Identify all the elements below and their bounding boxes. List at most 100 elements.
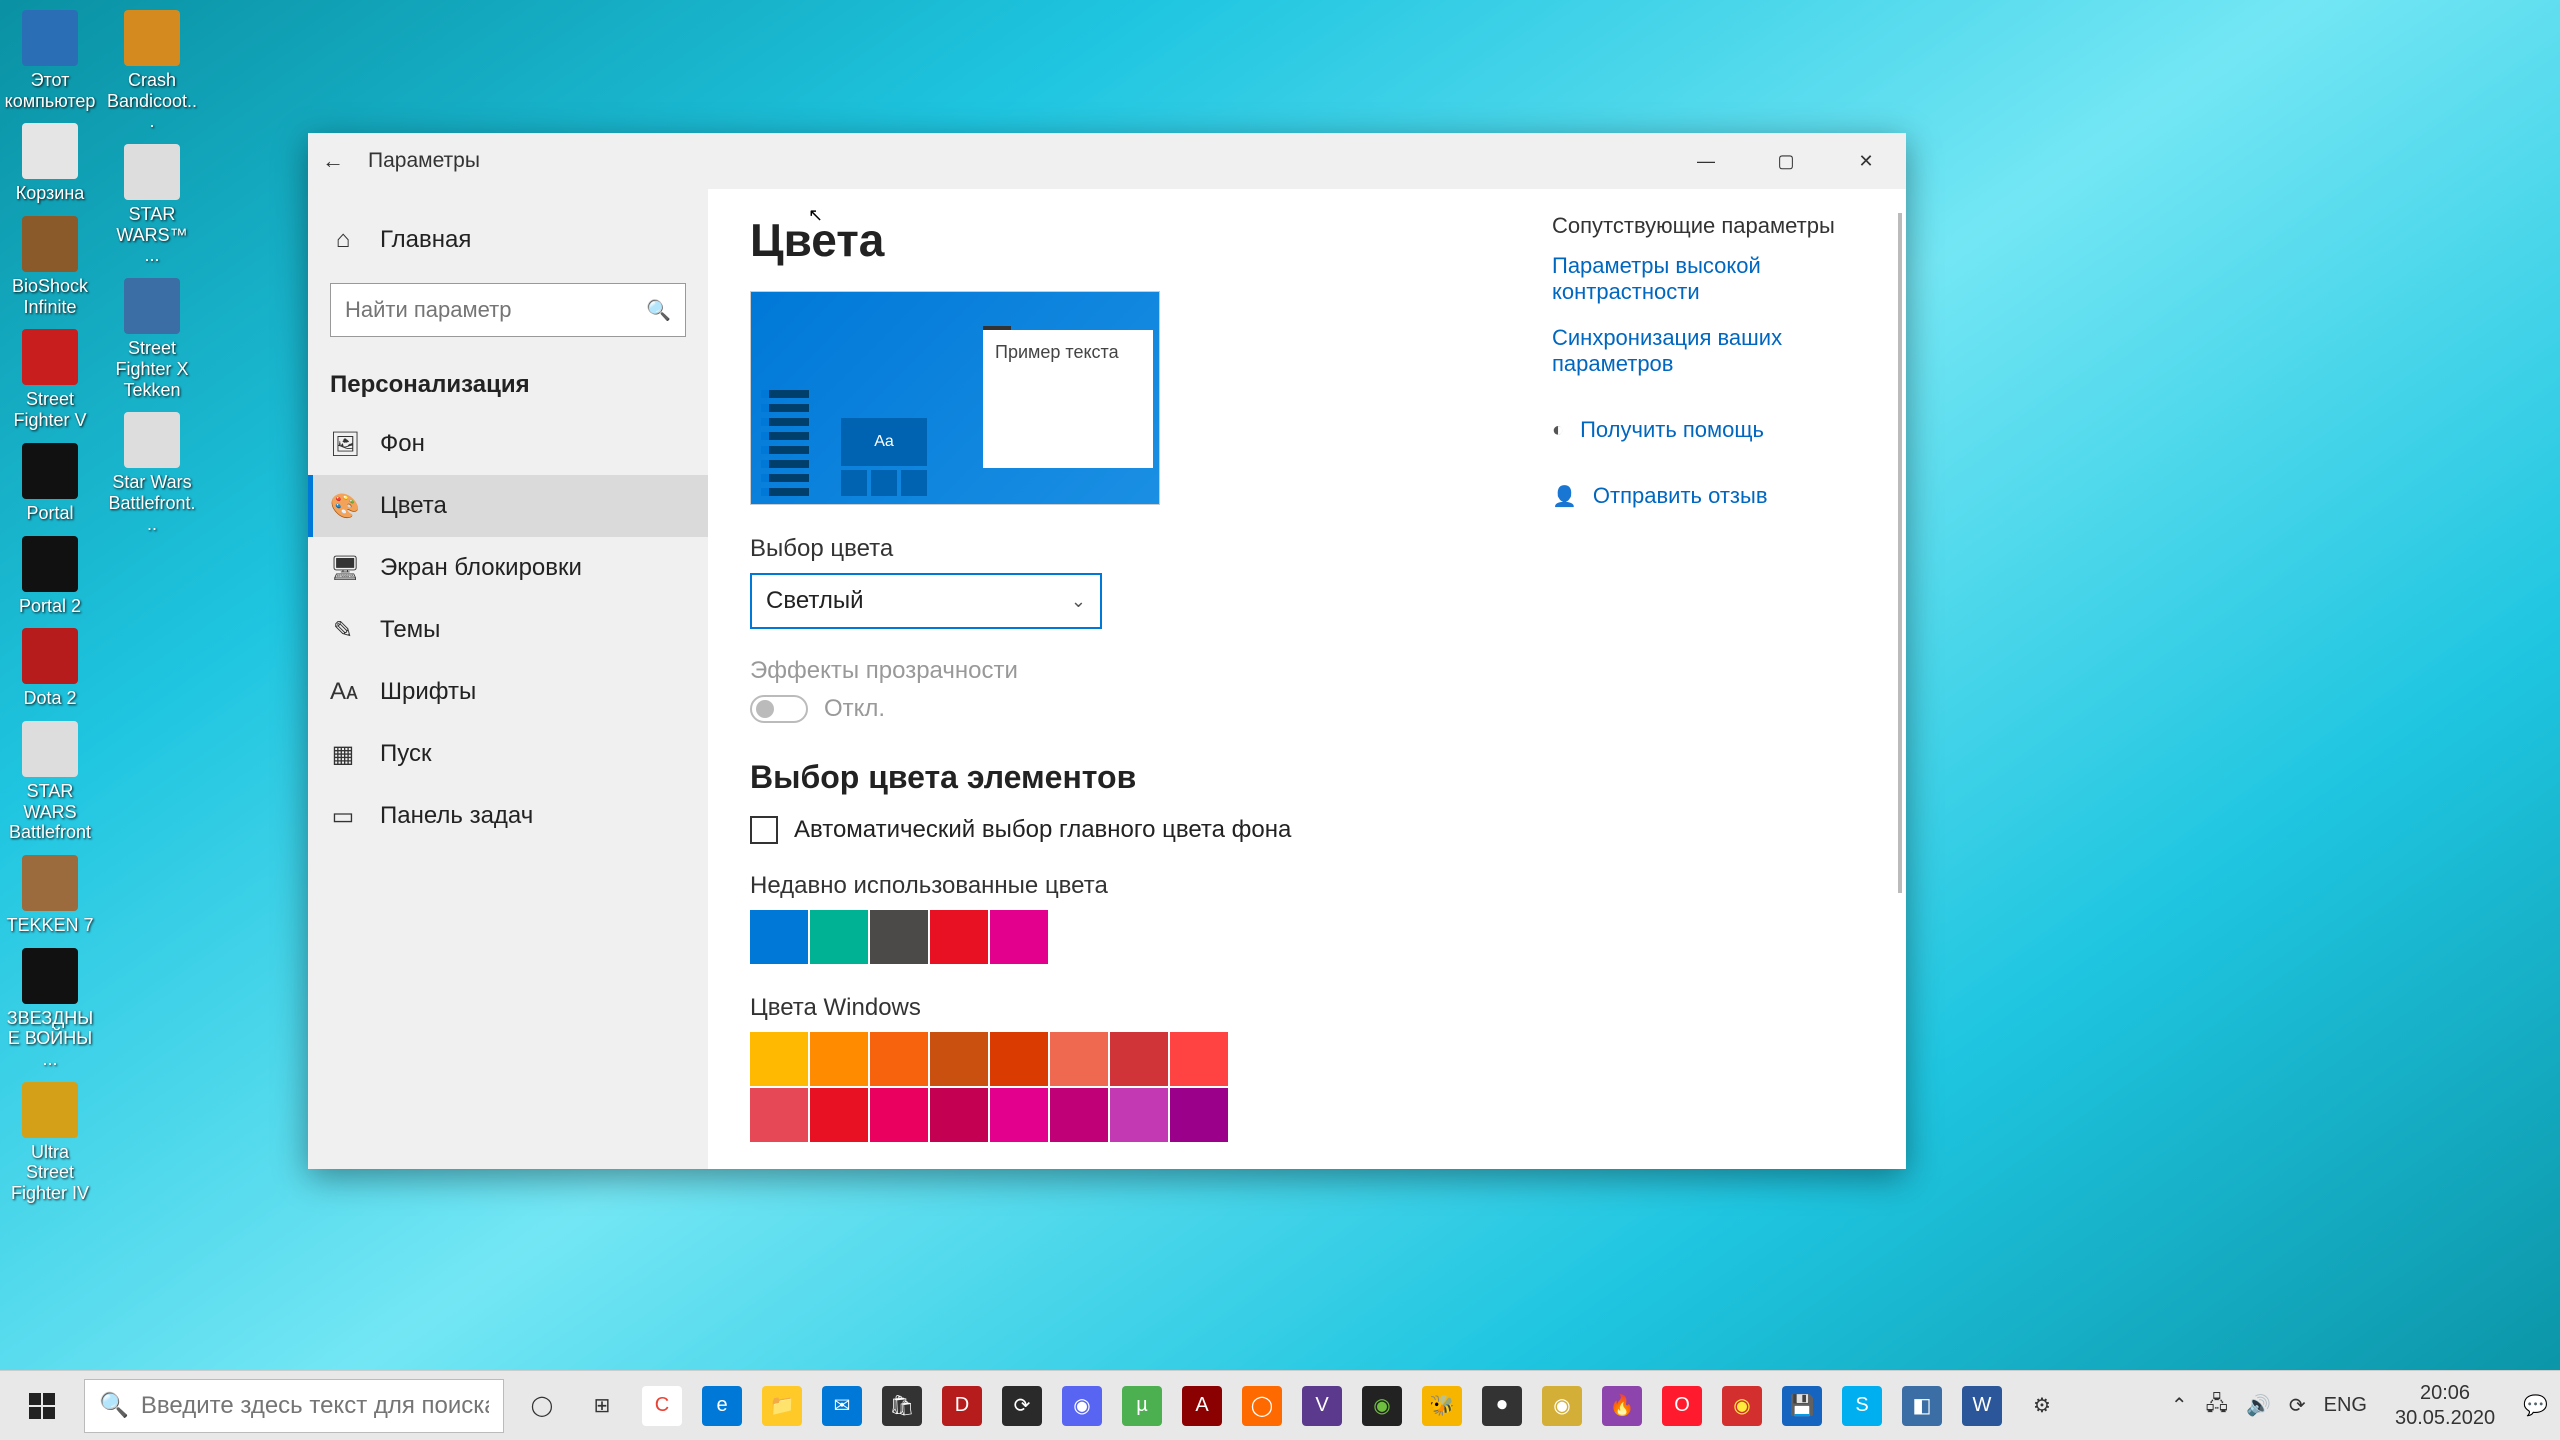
tray-clock[interactable]: 20:06 30.05.2020 — [2385, 1381, 2505, 1431]
taskbar-app[interactable]: O — [1652, 1371, 1712, 1440]
sidebar-home-label: Главная — [380, 226, 471, 254]
taskbar-app[interactable]: e — [692, 1371, 752, 1440]
desktop-icon[interactable]: Portal 2 — [5, 536, 95, 617]
taskbar-search-input[interactable] — [141, 1392, 489, 1420]
taskbar-search[interactable]: 🔍 — [84, 1379, 504, 1433]
desktop-icon[interactable]: Portal — [5, 443, 95, 524]
start-button[interactable] — [0, 1371, 84, 1440]
search-input[interactable] — [345, 297, 646, 323]
desktop-icon[interactable]: Ultra Street Fighter IV — [5, 1082, 95, 1204]
color-swatch[interactable] — [1110, 1088, 1168, 1142]
taskbar-app[interactable]: ◉ — [1712, 1371, 1772, 1440]
maximize-button[interactable]: ▢ — [1746, 133, 1826, 189]
color-swatch[interactable] — [1170, 1088, 1228, 1142]
sidebar-item[interactable]: 🖥Экран блокировки — [308, 537, 708, 599]
taskbar-app[interactable]: ◧ — [1892, 1371, 1952, 1440]
desktop-icon[interactable]: STAR WARS™ ... — [107, 144, 197, 266]
taskbar-app[interactable]: C — [632, 1371, 692, 1440]
taskbar-app[interactable]: ⟳ — [992, 1371, 1052, 1440]
desktop: Этот компьютерКорзинаBioShock InfiniteSt… — [0, 0, 2560, 1440]
color-swatch[interactable] — [1110, 1032, 1168, 1086]
taskbar-app[interactable]: ⚙ — [2012, 1371, 2072, 1440]
windows-colors-label: Цвета Windows — [750, 994, 1864, 1022]
auto-color-checkbox-row[interactable]: Автоматический выбор главного цвета фона — [750, 816, 1864, 844]
desktop-icon[interactable]: Street Fighter V — [5, 329, 95, 430]
taskbar-app[interactable]: 🛍 — [872, 1371, 932, 1440]
taskbar-app[interactable]: D — [932, 1371, 992, 1440]
taskbar-app[interactable]: µ — [1112, 1371, 1172, 1440]
link-get-help[interactable]: Получить помощь — [1580, 417, 1764, 443]
color-swatch[interactable] — [750, 1088, 808, 1142]
taskbar-app[interactable]: W — [1952, 1371, 2012, 1440]
taskbar-app[interactable]: V — [1292, 1371, 1352, 1440]
taskbar-app[interactable]: ◉ — [1352, 1371, 1412, 1440]
taskbar-app[interactable]: 🐝 — [1412, 1371, 1472, 1440]
desktop-icon[interactable]: STAR WARS Battlefront — [5, 721, 95, 843]
sidebar-item[interactable]: ▭Панель задач — [308, 785, 708, 847]
taskbar-app[interactable]: ◯ — [512, 1371, 572, 1440]
close-button[interactable]: ✕ — [1826, 133, 1906, 189]
taskbar-app[interactable]: ◯ — [1232, 1371, 1292, 1440]
color-swatch[interactable] — [810, 1088, 868, 1142]
sidebar-item[interactable]: ✎Темы — [308, 599, 708, 661]
tray-network-icon[interactable]: 🖧 — [2206, 1389, 2228, 1423]
color-swatch[interactable] — [1050, 1088, 1108, 1142]
sidebar-search[interactable]: 🔍 — [330, 283, 686, 337]
color-swatch[interactable] — [870, 910, 928, 964]
taskbar-app[interactable]: 📁 — [752, 1371, 812, 1440]
color-swatch[interactable] — [1170, 1032, 1228, 1086]
color-swatch[interactable] — [930, 910, 988, 964]
sidebar-home[interactable]: ⌂ Главная — [308, 209, 708, 271]
color-swatch[interactable] — [990, 910, 1048, 964]
taskbar-app[interactable]: S — [1832, 1371, 1892, 1440]
color-swatch[interactable] — [990, 1088, 1048, 1142]
link-high-contrast[interactable]: Параметры высокой контрастности — [1552, 253, 1862, 305]
taskbar-app[interactable]: ◉ — [1052, 1371, 1112, 1440]
sidebar-item[interactable]: AᴀШрифты — [308, 661, 708, 723]
desktop-icon[interactable]: Этот компьютер — [5, 10, 95, 111]
color-swatch[interactable] — [990, 1032, 1048, 1086]
desktop-icon[interactable]: BioShock Infinite — [5, 216, 95, 317]
sidebar-item[interactable]: ▦Пуск — [308, 723, 708, 785]
taskbar-app[interactable]: ⊞ — [572, 1371, 632, 1440]
color-swatch[interactable] — [810, 1032, 868, 1086]
sidebar-item[interactable]: 🎨Цвета — [308, 475, 708, 537]
tray-language[interactable]: ENG — [2324, 1394, 2367, 1417]
desktop-icon[interactable]: Корзина — [5, 123, 95, 204]
minimize-button[interactable]: — — [1666, 133, 1746, 189]
desktop-icon[interactable]: ЗВЕЗДНЫЕ ВОЙНЫ ... — [5, 948, 95, 1070]
color-mode-dropdown[interactable]: Светлый ⌄ — [750, 573, 1102, 629]
transparency-label: Эффекты прозрачности — [750, 657, 1864, 685]
color-swatch[interactable] — [930, 1088, 988, 1142]
desktop-icon[interactable]: Street Fighter X Tekken — [107, 278, 197, 400]
tray-chevron-icon[interactable]: ⌃ — [2171, 1393, 2188, 1418]
transparency-toggle[interactable] — [750, 695, 808, 723]
taskbar-app[interactable]: ✉ — [812, 1371, 872, 1440]
color-swatch[interactable] — [750, 1032, 808, 1086]
taskbar-app[interactable]: ◉ — [1532, 1371, 1592, 1440]
color-swatch[interactable] — [870, 1088, 928, 1142]
color-mode-label: Выбор цвета — [750, 535, 1864, 563]
taskbar-app[interactable]: 💾 — [1772, 1371, 1832, 1440]
tray-sync-icon[interactable]: ⟳ — [2289, 1393, 2306, 1418]
link-feedback[interactable]: Отправить отзыв — [1593, 483, 1768, 509]
desktop-icon[interactable]: Crash Bandicoot... — [107, 10, 197, 132]
sidebar-item[interactable]: 🖼Фон — [308, 413, 708, 475]
color-swatch[interactable] — [930, 1032, 988, 1086]
search-icon: 🔍 — [646, 298, 671, 323]
desktop-icon[interactable]: TEKKEN 7 — [5, 855, 95, 936]
tray-volume-icon[interactable]: 🔊 — [2246, 1393, 2271, 1418]
taskbar-app[interactable]: A — [1172, 1371, 1232, 1440]
color-swatch[interactable] — [1050, 1032, 1108, 1086]
color-swatch[interactable] — [750, 910, 808, 964]
back-button[interactable]: ← — [308, 133, 358, 189]
link-sync-settings[interactable]: Синхронизация ваших параметров — [1552, 325, 1862, 377]
taskbar-app[interactable]: ⏺ — [1472, 1371, 1532, 1440]
color-swatch[interactable] — [810, 910, 868, 964]
taskbar-app[interactable]: 🔥 — [1592, 1371, 1652, 1440]
scrollbar[interactable] — [1898, 213, 1902, 893]
desktop-icon[interactable]: Dota 2 — [5, 628, 95, 709]
color-swatch[interactable] — [870, 1032, 928, 1086]
tray-notifications-icon[interactable]: 💬 — [2523, 1393, 2548, 1418]
desktop-icon[interactable]: Star Wars Battlefront... — [107, 412, 197, 534]
